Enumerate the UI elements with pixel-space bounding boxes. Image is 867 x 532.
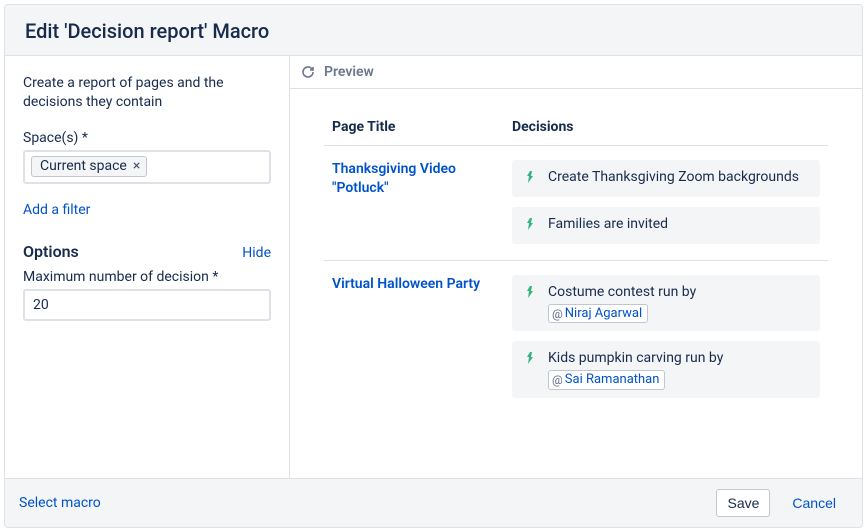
max-decisions-label: Maximum number of decision *: [23, 269, 271, 285]
decision-text: Families are invited: [548, 215, 668, 234]
remove-token-icon[interactable]: ×: [133, 159, 140, 173]
decision-text: Kids pumpkin carving run by @Sai Ramanat…: [548, 349, 723, 389]
preview-pane: Preview Page Title Decisions Thanksgivin…: [290, 56, 862, 478]
macro-editor-dialog: Edit 'Decision report' Macro Create a re…: [4, 4, 863, 528]
preview-header: Preview: [290, 56, 862, 89]
decision-item: Kids pumpkin carving run by @Sai Ramanat…: [512, 341, 820, 397]
space-token-label: Current space: [40, 158, 127, 174]
decision-icon: [522, 216, 538, 236]
hide-options-link[interactable]: Hide: [242, 245, 271, 261]
space-token[interactable]: Current space ×: [31, 156, 147, 177]
spaces-input[interactable]: Current space ×: [23, 150, 271, 184]
dialog-body: Create a report of pages and the decisio…: [5, 56, 862, 478]
decision-item: Create Thanksgiving Zoom backgrounds: [512, 160, 820, 197]
macro-description: Create a report of pages and the decisio…: [23, 74, 271, 112]
decision-item: Families are invited: [512, 207, 820, 244]
column-header-page-title: Page Title: [324, 111, 504, 146]
preview-heading: Preview: [324, 64, 374, 80]
decision-text: Costume contest run by @Niraj Agarwal: [548, 283, 696, 323]
options-title: Options: [23, 242, 79, 261]
column-header-decisions: Decisions: [504, 111, 828, 146]
user-mention[interactable]: @Niraj Agarwal: [548, 304, 648, 324]
preview-body: Page Title Decisions Thanksgiving Video …: [290, 89, 862, 414]
page-link[interactable]: Thanksgiving Video "Potluck": [332, 161, 456, 196]
select-macro-link[interactable]: Select macro: [19, 495, 101, 511]
spaces-label: Space(s) *: [23, 130, 271, 146]
table-row: Virtual Halloween Party Costume contest …: [324, 261, 828, 414]
dialog-footer: Select macro Save Cancel: [5, 478, 862, 527]
config-pane: Create a report of pages and the decisio…: [5, 56, 290, 478]
refresh-icon[interactable]: [300, 64, 316, 80]
at-icon: @: [552, 306, 563, 322]
dialog-header: Edit 'Decision report' Macro: [5, 5, 862, 56]
user-mention[interactable]: @Sai Ramanathan: [548, 370, 665, 390]
add-filter-link[interactable]: Add a filter: [23, 202, 271, 218]
preview-table: Page Title Decisions Thanksgiving Video …: [324, 111, 828, 414]
decision-icon: [522, 169, 538, 189]
at-icon: @: [552, 372, 563, 388]
options-header: Options Hide: [23, 242, 271, 261]
decision-text: Create Thanksgiving Zoom backgrounds: [548, 168, 799, 187]
save-button[interactable]: Save: [716, 489, 770, 517]
page-link[interactable]: Virtual Halloween Party: [332, 276, 480, 292]
max-decisions-input[interactable]: [23, 289, 271, 321]
decision-icon: [522, 350, 538, 370]
table-row: Thanksgiving Video "Potluck" Create Than…: [324, 146, 828, 261]
decision-icon: [522, 284, 538, 304]
decision-item: Costume contest run by @Niraj Agarwal: [512, 275, 820, 331]
cancel-button[interactable]: Cancel: [782, 490, 846, 516]
dialog-title: Edit 'Decision report' Macro: [25, 19, 842, 43]
